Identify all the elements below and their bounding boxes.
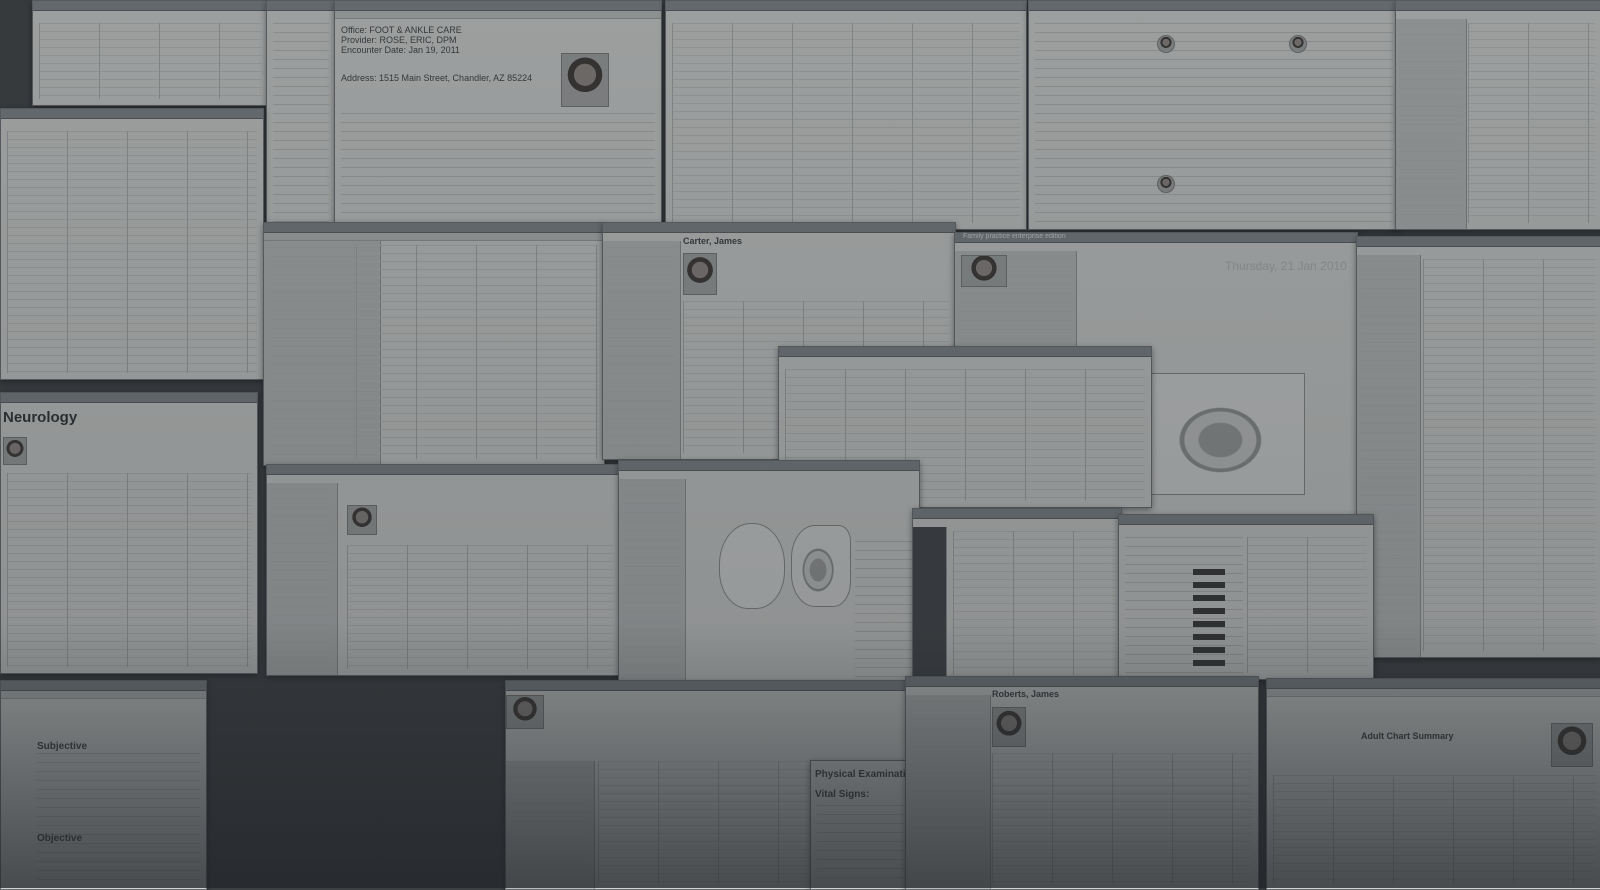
notes-heading: Subjective [37, 741, 88, 752]
patient-card-photo [683, 253, 717, 295]
emr-window-top-left [32, 0, 268, 106]
anatomy-image [1151, 373, 1305, 495]
demographics-office: Office: FOOT & ANKLE CARE [341, 25, 462, 35]
demographics-address: Address: 1515 Main Street, Chandler, AZ … [341, 73, 533, 83]
emr-window-anatomy-face [618, 460, 920, 690]
patient-photo [561, 53, 609, 107]
demographics-date: Encounter Date: Jan 19, 2011 [341, 45, 460, 55]
emr-window-lab [912, 508, 1122, 682]
neurology-patient-photo [3, 437, 27, 465]
intake-title: Family practice enterprise edition [963, 233, 1066, 240]
emr-window-form-top [665, 0, 1027, 230]
exam-title: Physical Examination: [815, 769, 909, 780]
emr-window-top-right [1395, 0, 1600, 230]
bottom-patient-photo [506, 695, 544, 729]
center-patient-photo [347, 505, 377, 535]
patient-card-name: Carter, James [683, 236, 743, 246]
emr-window-chart-summary: Adult Chart Summary [1266, 678, 1600, 890]
emr-window-sidebar-menu [266, 0, 336, 232]
emr-window-notes: Subjective Objective [0, 680, 207, 890]
emr-window-vitals [1118, 514, 1374, 680]
emr-window-center-list [266, 464, 620, 676]
emr-window-neurology: Neurology [0, 392, 258, 674]
demographics-provider: Provider: ROSE, ERIC, DPM [341, 35, 457, 45]
emr-window-scheduler [1028, 0, 1400, 230]
staff-avatar [1157, 35, 1175, 53]
emr-window-results [0, 108, 264, 380]
emr-window-patient-bottom: Roberts, James [905, 676, 1259, 890]
exam-vitals: Vital Signs: [815, 789, 870, 800]
intake-patient-photo [961, 255, 1007, 287]
emr-window-demographics: Office: FOOT & ANKLE CARE Provider: ROSE… [334, 0, 662, 224]
head-profile-diagram [791, 525, 851, 607]
vitals-bars [1193, 569, 1225, 669]
emr-window-exam: Physical Examination: Vital Signs: [810, 760, 910, 890]
staff-avatar [1289, 35, 1307, 53]
emr-window-far-right [1356, 236, 1600, 658]
emr-window-tree [263, 222, 605, 466]
chart-summary-photo [1551, 723, 1593, 767]
staff-avatar [1157, 175, 1175, 193]
intake-date: Thursday, 21 Jan 2010 [1225, 259, 1347, 273]
notes-heading-2: Objective [37, 833, 83, 844]
neurology-title: Neurology [3, 409, 78, 426]
patient2-name: Roberts, James [992, 689, 1060, 699]
face-diagram [719, 523, 785, 609]
chart-summary-title: Adult Chart Summary [1361, 731, 1454, 741]
patient2-photo [992, 707, 1026, 747]
